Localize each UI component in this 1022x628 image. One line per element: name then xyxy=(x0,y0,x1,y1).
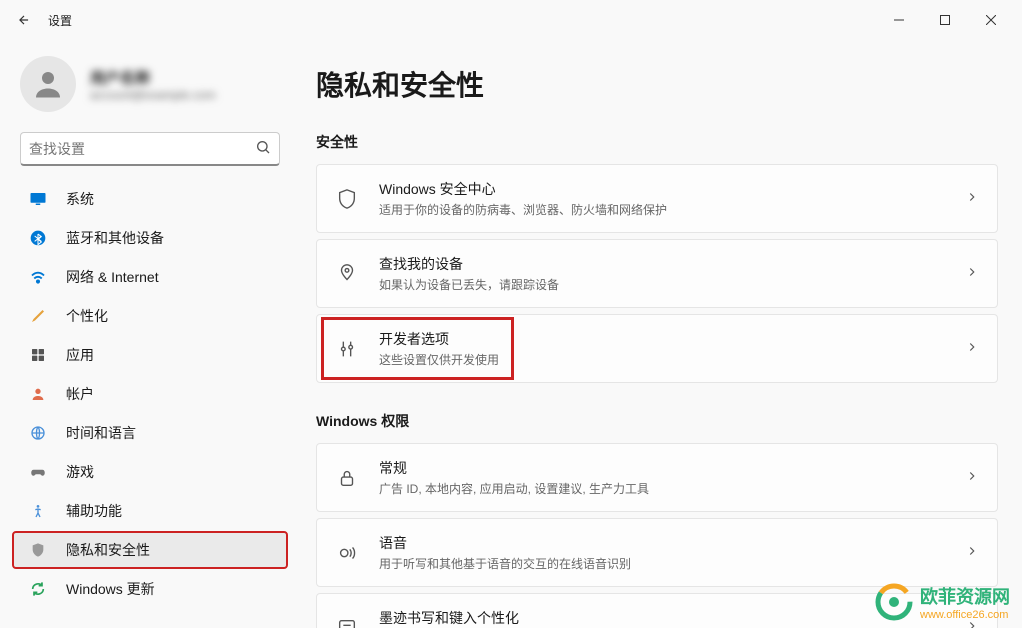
content-area: 隐私和安全性 安全性 Windows 安全中心 适用于你的设备的防病毒、浏览器、… xyxy=(300,40,1022,628)
chevron-right-icon xyxy=(965,190,979,207)
search-input[interactable] xyxy=(29,141,255,157)
shield-icon xyxy=(28,540,48,560)
sidebar-item-label: 个性化 xyxy=(66,306,108,326)
avatar xyxy=(20,56,76,112)
watermark: 欧菲资源网 www.office26.com xyxy=(874,582,1010,622)
maximize-button[interactable] xyxy=(922,4,968,36)
sidebar-item-label: 蓝牙和其他设备 xyxy=(66,228,164,248)
chevron-right-icon xyxy=(965,265,979,282)
close-button[interactable] xyxy=(968,4,1014,36)
gamepad-icon xyxy=(28,462,48,482)
sidebar-item-label: Windows 更新 xyxy=(66,579,155,599)
sidebar: 用户名称 account@example.com 系统 蓝牙和其他设备 网络 &… xyxy=(0,40,300,628)
sidebar-item-network[interactable]: 网络 & Internet xyxy=(12,258,288,296)
monitor-icon xyxy=(28,189,48,209)
watermark-url: www.office26.com xyxy=(920,609,1010,621)
shield-outline-icon xyxy=(335,187,359,211)
back-button[interactable] xyxy=(8,4,40,36)
sidebar-item-label: 帐户 xyxy=(66,384,94,404)
minimize-button[interactable] xyxy=(876,4,922,36)
card-desc: 如果认为设备已丢失，请跟踪设备 xyxy=(379,276,965,293)
globe-icon xyxy=(28,423,48,443)
chevron-right-icon xyxy=(965,544,979,561)
page-title: 隐私和安全性 xyxy=(316,64,998,104)
dictionary-icon xyxy=(335,616,359,628)
apps-icon xyxy=(28,345,48,365)
user-icon xyxy=(28,384,48,404)
sidebar-item-personalization[interactable]: 个性化 xyxy=(12,297,288,335)
titlebar: 设置 xyxy=(0,0,1022,40)
user-email: account@example.com xyxy=(90,88,216,102)
card-desc: 广告 ID, 本地内容, 应用启动, 设置建议, 生产力工具 xyxy=(379,480,965,497)
sidebar-item-label: 应用 xyxy=(66,345,94,365)
card-title: Windows 安全中心 xyxy=(379,179,965,199)
chevron-right-icon xyxy=(965,469,979,486)
user-name: 用户名称 xyxy=(90,67,216,88)
update-icon xyxy=(28,579,48,599)
watermark-title: 欧菲资源网 xyxy=(920,583,1010,609)
section-title-security: 安全性 xyxy=(316,132,998,152)
card-title: 常规 xyxy=(379,458,965,478)
card-desc: 用于听写和其他基于语音的交互的在线语音识别 xyxy=(379,555,965,572)
window-title: 设置 xyxy=(48,12,72,29)
tools-icon xyxy=(335,337,359,361)
sidebar-item-label: 隐私和安全性 xyxy=(66,540,150,560)
wifi-icon xyxy=(28,267,48,287)
lock-icon xyxy=(335,466,359,490)
search-box[interactable] xyxy=(20,132,280,166)
card-general[interactable]: 常规 广告 ID, 本地内容, 应用启动, 设置建议, 生产力工具 xyxy=(316,443,998,512)
window-controls xyxy=(876,4,1014,36)
sidebar-item-label: 游戏 xyxy=(66,462,94,482)
sidebar-item-accounts[interactable]: 帐户 xyxy=(12,375,288,413)
accessibility-icon xyxy=(28,501,48,521)
sidebar-item-label: 网络 & Internet xyxy=(66,267,159,287)
sidebar-item-gaming[interactable]: 游戏 xyxy=(12,453,288,491)
user-block[interactable]: 用户名称 account@example.com xyxy=(4,48,296,132)
chevron-right-icon xyxy=(965,340,979,357)
sidebar-item-label: 时间和语言 xyxy=(66,423,136,443)
location-person-icon xyxy=(335,262,359,286)
sidebar-item-bluetooth[interactable]: 蓝牙和其他设备 xyxy=(12,219,288,257)
card-desc: 适用于你的设备的防病毒、浏览器、防火墙和网络保护 xyxy=(379,201,965,218)
sidebar-item-system[interactable]: 系统 xyxy=(12,180,288,218)
card-developer-options[interactable]: 开发者选项 这些设置仅供开发使用 xyxy=(316,314,998,383)
sidebar-item-time-language[interactable]: 时间和语言 xyxy=(12,414,288,452)
card-find-device[interactable]: 查找我的设备 如果认为设备已丢失，请跟踪设备 xyxy=(316,239,998,308)
sidebar-item-apps[interactable]: 应用 xyxy=(12,336,288,374)
card-desc: 这些设置仅供开发使用 xyxy=(379,351,965,368)
sidebar-item-accessibility[interactable]: 辅助功能 xyxy=(12,492,288,530)
sidebar-item-privacy[interactable]: 隐私和安全性 xyxy=(12,531,288,569)
bluetooth-icon xyxy=(28,228,48,248)
card-windows-security[interactable]: Windows 安全中心 适用于你的设备的防病毒、浏览器、防火墙和网络保护 xyxy=(316,164,998,233)
sidebar-item-label: 辅助功能 xyxy=(66,501,122,521)
section-title-permissions: Windows 权限 xyxy=(316,411,998,431)
card-title: 语音 xyxy=(379,533,965,553)
card-title: 查找我的设备 xyxy=(379,254,965,274)
search-icon xyxy=(255,139,271,158)
speech-icon xyxy=(335,541,359,565)
watermark-logo-icon xyxy=(874,582,914,622)
sidebar-item-label: 系统 xyxy=(66,189,94,209)
card-speech[interactable]: 语音 用于听写和其他基于语音的交互的在线语音识别 xyxy=(316,518,998,587)
brush-icon xyxy=(28,306,48,326)
sidebar-item-windows-update[interactable]: Windows 更新 xyxy=(12,570,288,608)
card-title: 开发者选项 xyxy=(379,329,965,349)
